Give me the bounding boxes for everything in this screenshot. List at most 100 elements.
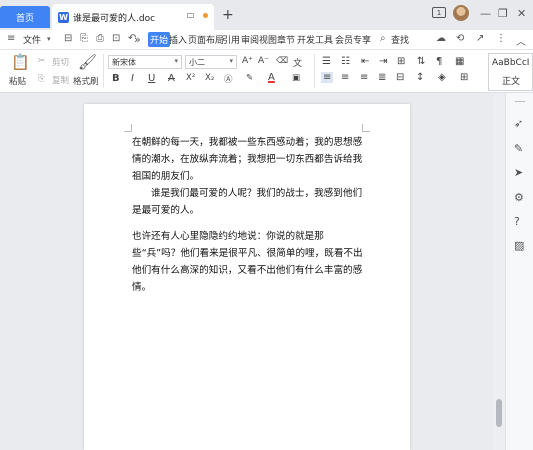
menu-references[interactable]: 引用 bbox=[222, 33, 240, 46]
settings-icon[interactable]: ⚙ bbox=[514, 191, 524, 204]
paragraph[interactable]: 谁是我们最可爱的人呢？我们的战士，我感到他们是最可爱的人。 bbox=[132, 185, 368, 219]
align-center-icon[interactable]: ≡ bbox=[341, 72, 349, 83]
bullet-list-icon[interactable]: ☰ bbox=[322, 56, 331, 67]
scrollbar-thumb[interactable] bbox=[496, 399, 502, 427]
unsaved-dot-icon bbox=[203, 13, 208, 18]
subscript-button[interactable]: X₂ bbox=[205, 73, 214, 83]
strikethrough-button[interactable]: A bbox=[168, 73, 175, 84]
menu-member[interactable]: 会员专享 bbox=[335, 33, 371, 46]
italic-button[interactable]: I bbox=[131, 73, 134, 84]
new-tab-button[interactable]: + bbox=[222, 7, 234, 23]
document-tab-title: 谁是最可爱的人.doc bbox=[73, 13, 156, 24]
more-options-icon[interactable]: ⋮ bbox=[496, 33, 506, 44]
chevron-down-icon[interactable]: ▾ bbox=[47, 35, 51, 43]
copy-icon[interactable]: ⎘ bbox=[38, 74, 45, 84]
pinyin-button[interactable]: 文 bbox=[293, 56, 302, 69]
numbered-list-icon[interactable]: ☷ bbox=[341, 56, 350, 67]
menu-chapter[interactable]: 章节 bbox=[277, 33, 295, 46]
shading-icon[interactable]: ◈ bbox=[438, 72, 446, 83]
avatar[interactable] bbox=[453, 5, 469, 21]
sort-icon[interactable]: ⇅ bbox=[417, 56, 425, 67]
maximize-icon[interactable]: ❐ bbox=[498, 7, 508, 20]
panel-grip bbox=[515, 101, 525, 102]
export-icon[interactable]: ⎘ bbox=[80, 33, 88, 44]
char-border-icon[interactable]: ▣ bbox=[292, 73, 300, 83]
margin-corner bbox=[124, 124, 132, 132]
title-bar: 首页 W 谁是最可爱的人.doc + 1 — ❐ ✕ bbox=[0, 0, 533, 30]
line-spacing-icon[interactable]: ↕ bbox=[416, 72, 424, 83]
align-right-icon[interactable]: ≡ bbox=[360, 72, 368, 83]
borders-icon[interactable]: ⊞ bbox=[460, 72, 468, 83]
menu-insert[interactable]: 插入 bbox=[169, 33, 187, 46]
font-size-select[interactable]: 小二 ▾ bbox=[185, 55, 237, 69]
font-color-button[interactable]: A bbox=[268, 72, 275, 83]
style-gallery[interactable]: AaBbCcI 正文 bbox=[488, 53, 533, 91]
paragraph[interactable]: 也许还有人心里隐隐约约地说：你说的就是那些“兵”吗？他们看来是很平凡、很简单的哩… bbox=[132, 228, 368, 296]
font-name-value: 新宋体 bbox=[112, 58, 136, 67]
superscript-button[interactable]: X² bbox=[186, 73, 195, 83]
cursor-icon[interactable]: ➤ bbox=[514, 166, 523, 179]
bold-button[interactable]: B bbox=[112, 73, 120, 84]
preview-icon[interactable]: ⊡ bbox=[112, 33, 120, 44]
underline-button[interactable]: U bbox=[148, 73, 155, 84]
text-effect-icon[interactable]: Ⓐ bbox=[224, 73, 233, 85]
save-icon[interactable]: ⊟ bbox=[64, 33, 72, 44]
menu-review[interactable]: 审阅 bbox=[241, 33, 259, 46]
search-icon[interactable]: ⌕ bbox=[380, 33, 386, 44]
menu-bar: ≡ 文件 ▾ ⊟ ⎘ ⎙ ⊡ ↶ » 开始 插入 页面布局 引用 审阅 视图 章… bbox=[0, 30, 533, 50]
menu-view[interactable]: 视图 bbox=[259, 33, 277, 46]
format-painter-button[interactable]: 格式刷 bbox=[73, 75, 99, 87]
paste-button[interactable]: 粘贴 bbox=[9, 75, 26, 87]
divider bbox=[314, 54, 315, 88]
menu-start[interactable]: 开始 bbox=[148, 32, 171, 47]
menu-file[interactable]: 文件 bbox=[23, 33, 41, 46]
style-name: 正文 bbox=[502, 77, 521, 87]
wps-writer-icon: W bbox=[58, 11, 69, 23]
cut-icon[interactable]: ✂ bbox=[38, 56, 45, 66]
shrink-font-button[interactable]: A⁻ bbox=[258, 56, 269, 66]
format-painter-icon[interactable]: 🖌 bbox=[78, 53, 97, 71]
menu-icon[interactable]: ≡ bbox=[7, 33, 15, 44]
search-label[interactable]: 查找 bbox=[391, 33, 409, 46]
justify-icon[interactable]: ≣ bbox=[378, 72, 386, 83]
image-icon[interactable]: ▨ bbox=[514, 239, 524, 252]
window-count-badge[interactable]: 1 bbox=[432, 7, 446, 18]
share-icon[interactable]: ↗ bbox=[476, 33, 484, 44]
decrease-indent-icon[interactable]: ⇤ bbox=[361, 56, 369, 67]
paste-icon[interactable]: 📋 bbox=[11, 53, 30, 71]
paragraph[interactable]: 在朝鲜的每一天，我都被一些东西感动着；我的思想感情的潮水，在放纵奔流着；我想把一… bbox=[132, 134, 368, 185]
chevron-down-icon: ▾ bbox=[229, 57, 233, 65]
side-panel: ➶ ✎ ➤ ⚙ ? ▨ bbox=[505, 93, 533, 450]
menu-page-layout[interactable]: 页面布局 bbox=[188, 33, 224, 46]
style-preview: AaBbCcI bbox=[492, 58, 530, 68]
table-icon[interactable]: ▦ bbox=[455, 56, 464, 67]
clear-format-icon[interactable]: ⌫ bbox=[276, 56, 288, 66]
chevron-down-icon: ▾ bbox=[174, 57, 178, 65]
align-left-icon[interactable]: ≡ bbox=[321, 72, 334, 83]
font-name-select[interactable]: 新宋体 ▾ bbox=[108, 55, 182, 69]
chinese-layout-icon[interactable]: ⊞ bbox=[397, 56, 405, 67]
cloud-icon[interactable]: ☁ bbox=[436, 33, 446, 44]
divider bbox=[103, 54, 104, 88]
grow-font-button[interactable]: A⁺ bbox=[242, 56, 253, 66]
print-icon[interactable]: ⎙ bbox=[96, 33, 104, 44]
highlight-icon[interactable]: ✎ bbox=[246, 73, 253, 83]
more-icon[interactable]: » bbox=[134, 33, 141, 46]
copy-button[interactable]: 复制 bbox=[52, 74, 69, 86]
vertical-scrollbar[interactable] bbox=[493, 93, 505, 450]
collapse-ribbon-icon[interactable]: ︿ bbox=[516, 33, 526, 48]
show-marks-icon[interactable]: ¶ bbox=[436, 56, 442, 67]
pen-icon[interactable]: ✎ bbox=[514, 142, 523, 155]
document-page[interactable]: 在朝鲜的每一天，我都被一些东西感动着；我的思想感情的潮水，在放纵奔流着；我想把一… bbox=[84, 104, 410, 450]
minimize-icon[interactable]: — bbox=[480, 7, 491, 20]
home-tab[interactable]: 首页 bbox=[0, 6, 50, 28]
cut-button[interactable]: 剪切 bbox=[52, 56, 69, 68]
sync-icon[interactable]: ⟲ bbox=[456, 33, 464, 44]
rocket-icon[interactable]: ➶ bbox=[514, 117, 523, 130]
menu-dev-tools[interactable]: 开发工具 bbox=[297, 33, 333, 46]
help-icon[interactable]: ? bbox=[514, 215, 520, 228]
distributed-icon[interactable]: ⊟ bbox=[396, 72, 404, 83]
close-icon[interactable]: ✕ bbox=[517, 7, 526, 20]
screen-icon[interactable] bbox=[187, 13, 194, 18]
increase-indent-icon[interactable]: ⇥ bbox=[379, 56, 387, 67]
